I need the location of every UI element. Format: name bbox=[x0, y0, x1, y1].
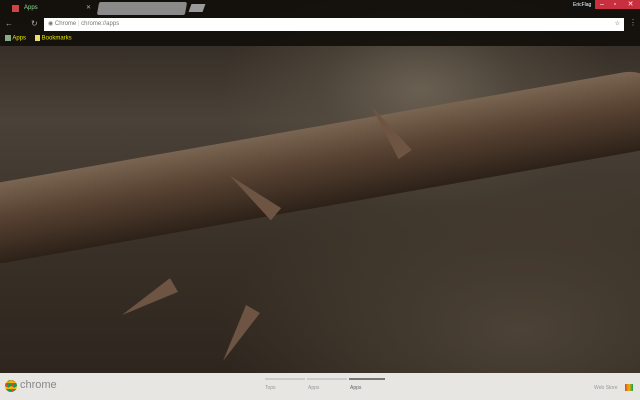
tab-title: Apps bbox=[24, 5, 38, 11]
page-indicator[interactable] bbox=[307, 378, 347, 380]
bookmark-folder[interactable]: Bookmarks bbox=[35, 35, 72, 42]
web-store-icon[interactable] bbox=[625, 384, 633, 391]
web-store-link[interactable]: Web Store bbox=[594, 385, 618, 391]
chrome-logo-icon bbox=[5, 380, 17, 392]
security-chip[interactable]: Chrome bbox=[55, 21, 76, 27]
chrome-icon: ◉ bbox=[48, 21, 54, 27]
new-tab-button[interactable] bbox=[188, 4, 206, 12]
star-icon[interactable]: ☆ bbox=[615, 18, 620, 31]
bookmark-label: Bookmarks bbox=[41, 35, 72, 42]
omnibox[interactable]: ◉ Chrome | chrome://apps ☆ bbox=[44, 18, 624, 31]
page-indicator-active[interactable] bbox=[349, 378, 385, 380]
profile-button[interactable]: EricFlag bbox=[570, 1, 595, 9]
url-text: chrome://apps bbox=[81, 21, 120, 27]
bookmark-label: Apps bbox=[12, 35, 27, 42]
chrome-logo: chrome bbox=[20, 379, 57, 391]
apps-grid-icon bbox=[5, 35, 11, 41]
close-tab-icon[interactable]: ✕ bbox=[86, 2, 91, 15]
bookmark-apps[interactable]: Apps bbox=[5, 35, 26, 42]
page-label[interactable]: Tops bbox=[265, 385, 276, 391]
menu-icon[interactable]: ⋮ bbox=[629, 18, 637, 27]
minimize-button[interactable]: – bbox=[595, 0, 609, 9]
page-label[interactable]: Apps bbox=[350, 385, 361, 391]
maximize-button[interactable]: ▫ bbox=[609, 0, 621, 9]
tab-apps[interactable]: Apps ✕ bbox=[4, 2, 96, 15]
back-icon[interactable]: ← bbox=[5, 19, 13, 28]
page-indicator[interactable] bbox=[265, 378, 305, 380]
close-window-button[interactable]: ✕ bbox=[621, 0, 640, 9]
ntp-footer: chrome Tops Apps Apps Web Store bbox=[0, 373, 640, 400]
apps-icon bbox=[12, 5, 19, 12]
tab-inactive[interactable] bbox=[96, 2, 188, 15]
browser-chrome: Apps ✕ EricFlag – ▫ ✕ ← ↻ ◉ Chrome | chr… bbox=[0, 0, 640, 46]
page-label[interactable]: Apps bbox=[308, 385, 319, 391]
reload-icon[interactable]: ↻ bbox=[31, 19, 38, 28]
folder-icon bbox=[35, 35, 40, 41]
